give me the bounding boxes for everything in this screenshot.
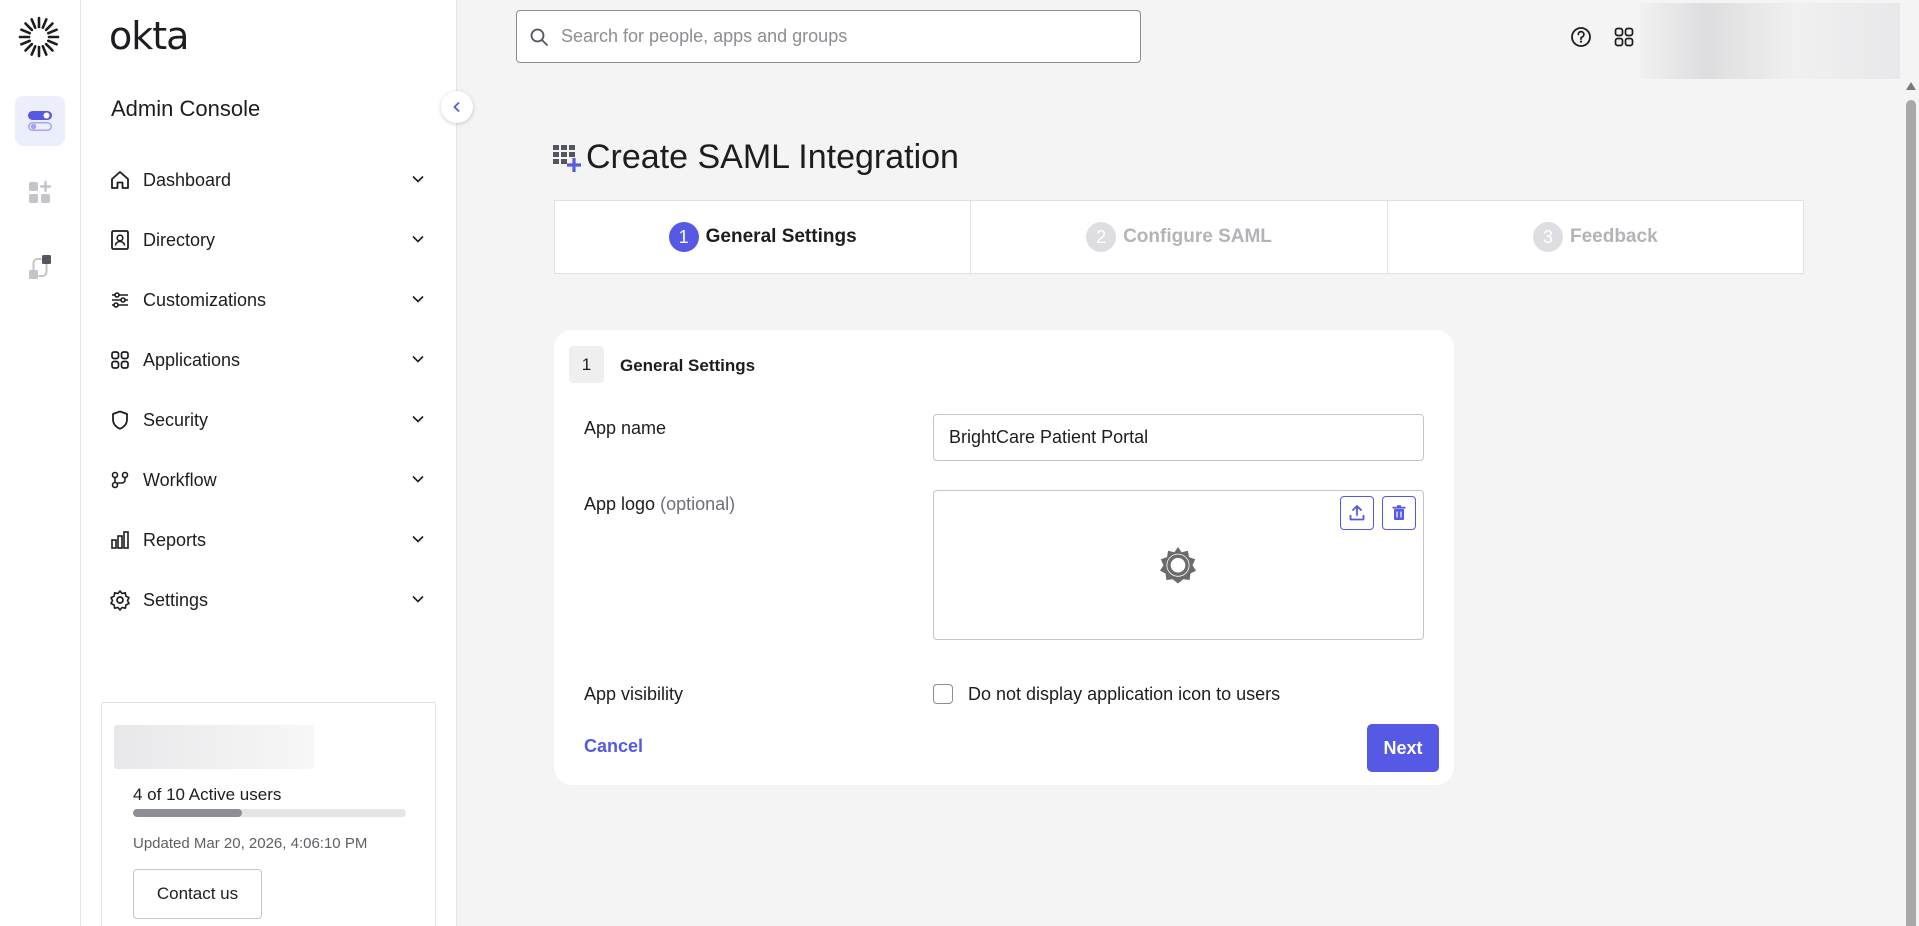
loading-skeleton	[114, 725, 314, 769]
chevron-down-icon	[412, 535, 424, 543]
chevron-down-icon	[412, 235, 424, 243]
rail-integrations-button[interactable]	[15, 242, 65, 292]
integrations-icon	[29, 255, 51, 279]
active-users-card: 4 of 10 Active users Updated Mar 20, 202…	[101, 702, 436, 926]
sidebar-item-label: Security	[143, 409, 209, 430]
home-icon	[109, 169, 131, 191]
sidebar-item-dashboard[interactable]: Dashboard	[109, 150, 429, 210]
step-configure-saml: 2 Configure SAML	[971, 201, 1388, 273]
sidebar: okta Admin Console Dashboard Directory C…	[81, 0, 457, 926]
chevron-left-icon	[453, 101, 460, 113]
user-profile-menu[interactable]	[1640, 3, 1900, 79]
active-users-progress	[133, 809, 406, 817]
sidebar-item-settings[interactable]: Settings	[109, 570, 429, 630]
app-logo-dropzone[interactable]	[933, 490, 1424, 640]
section-number: 1	[569, 346, 604, 383]
console-title: Admin Console	[111, 96, 261, 121]
sidebar-item-label: Dashboard	[143, 169, 232, 190]
step-label: General Settings	[705, 226, 857, 247]
scrollbar-thumb[interactable]	[1906, 100, 1916, 926]
sidebar-item-label: Applications	[143, 349, 241, 370]
step-number: 3	[1532, 222, 1563, 252]
sidebar-item-directory[interactable]: Directory	[109, 210, 429, 270]
step-label: Configure SAML	[1123, 226, 1272, 247]
chevron-down-icon	[412, 415, 424, 423]
active-users-progress-fill	[133, 809, 243, 817]
chevron-down-icon	[412, 355, 424, 363]
okta-wordmark[interactable]: okta	[109, 14, 189, 58]
next-button[interactable]: Next	[1367, 724, 1439, 772]
app-launcher-button[interactable]	[1611, 24, 1637, 50]
section-title: General Settings	[620, 356, 756, 375]
cancel-link[interactable]: Cancel	[584, 736, 643, 757]
usage-updated-timestamp: Updated Mar 20, 2026, 4:06:10 PM	[133, 835, 368, 852]
trash-icon	[1392, 505, 1406, 520]
step-general-settings: 1 General Settings	[555, 201, 972, 273]
app-name-input[interactable]	[933, 414, 1424, 461]
contact-us-button[interactable]: Contact us	[133, 869, 262, 919]
okta-burst-logo[interactable]	[18, 16, 60, 58]
apps-grid-icon	[1614, 27, 1634, 47]
active-users-count: 4 of 10 Active users	[133, 785, 282, 804]
sidebar-item-label: Reports	[143, 529, 207, 550]
sliders-icon	[109, 289, 131, 311]
sidebar-item-customizations[interactable]: Customizations	[109, 270, 429, 330]
sidebar-item-label: Settings	[143, 589, 209, 610]
directory-icon	[109, 229, 131, 251]
chevron-down-icon	[412, 595, 424, 603]
chevron-down-icon	[412, 295, 424, 303]
sidebar-item-applications[interactable]: Applications	[109, 330, 429, 390]
sidebar-item-workflow[interactable]: Workflow	[109, 450, 429, 510]
add-app-grid-icon	[553, 144, 581, 172]
sidebar-item-label: Workflow	[143, 469, 217, 490]
page-scrollbar[interactable]	[1901, 78, 1919, 926]
delete-logo-button[interactable]	[1382, 496, 1416, 530]
search-input[interactable]	[561, 26, 1121, 47]
wizard-stepper: 1 General Settings 2 Configure SAML 3 Fe…	[554, 200, 1804, 274]
general-settings-form: 1 General Settings App name App logo (op…	[554, 330, 1454, 785]
app-logo-label-text: App logo	[584, 494, 656, 514]
chevron-down-icon	[412, 475, 424, 483]
collapse-sidebar-button[interactable]	[441, 91, 473, 123]
step-number: 2	[1086, 222, 1117, 252]
chevron-down-icon	[412, 175, 424, 183]
apps-grid-icon	[109, 349, 131, 371]
sidebar-item-reports[interactable]: Reports	[109, 510, 429, 570]
app-switcher-rail	[0, 0, 81, 926]
hide-app-icon-checkbox-label[interactable]: Do not display application icon to users	[968, 684, 1280, 705]
hide-app-icon-checkbox[interactable]	[933, 684, 953, 704]
page-header: Create SAML Integration	[552, 138, 959, 177]
sidebar-item-label: Customizations	[143, 289, 267, 310]
step-feedback: 3 Feedback	[1388, 201, 1803, 273]
add-apps-icon	[29, 180, 52, 203]
scroll-up-arrow-icon[interactable]	[1906, 82, 1916, 90]
app-logo-label: App logo (optional)	[584, 494, 735, 515]
shield-icon	[109, 409, 131, 431]
app-name-label: App name	[584, 418, 667, 438]
app-visibility-label: App visibility	[584, 684, 684, 704]
bar-chart-icon	[109, 529, 131, 551]
sidebar-item-label: Directory	[143, 229, 216, 250]
upload-icon	[1349, 505, 1365, 521]
workflow-icon	[109, 469, 131, 491]
optional-hint: (optional)	[660, 494, 736, 514]
sidebar-nav: Dashboard Directory Customizations Appli…	[109, 150, 429, 630]
upload-logo-button[interactable]	[1340, 496, 1374, 530]
rail-add-apps-button[interactable]	[15, 168, 65, 218]
page-title: Create SAML Integration	[586, 138, 959, 176]
rail-admin-toggle-button[interactable]	[15, 96, 65, 146]
gear-icon	[109, 589, 131, 611]
step-number: 1	[668, 222, 699, 252]
search-icon	[530, 28, 548, 46]
step-label: Feedback	[1569, 226, 1658, 247]
global-search[interactable]	[516, 10, 1141, 63]
toggle-icon	[28, 111, 52, 131]
help-circle-icon	[1571, 27, 1591, 47]
sidebar-item-security[interactable]: Security	[109, 390, 429, 450]
help-button[interactable]	[1568, 24, 1594, 50]
default-app-logo-gear-icon	[1160, 547, 1196, 584]
